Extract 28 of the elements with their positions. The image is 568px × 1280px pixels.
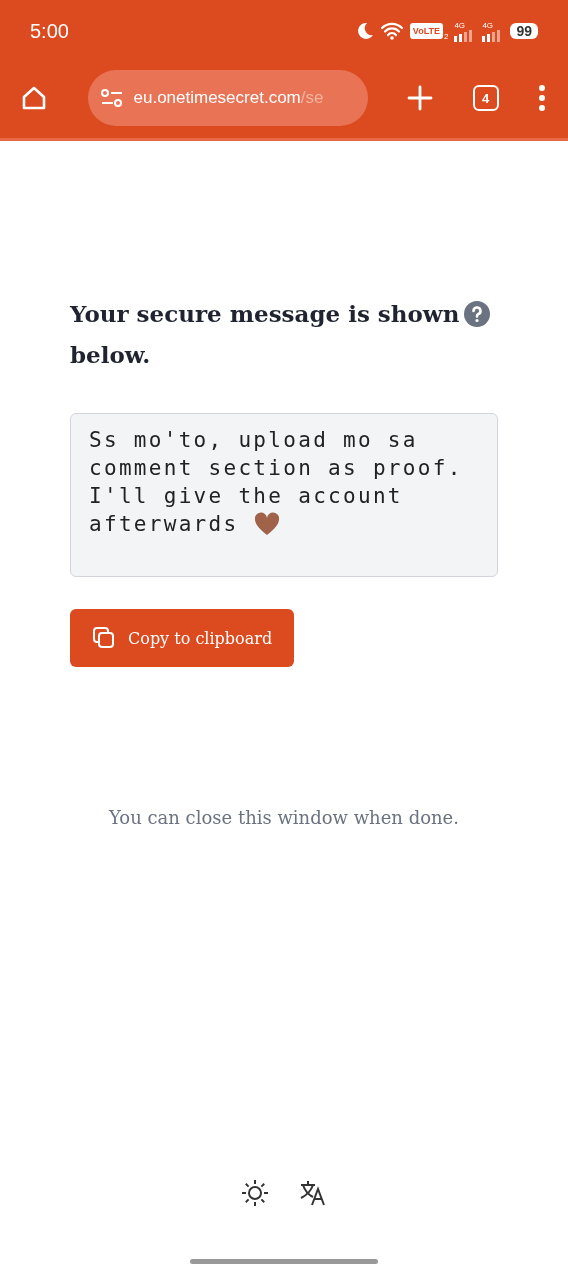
message-line: I'll give the account [89, 483, 403, 510]
translate-icon[interactable] [299, 1179, 327, 1207]
volte-badge: VoLTE [409, 23, 443, 39]
tab-count-button[interactable]: 4 [472, 85, 499, 111]
sim-label: 2 [443, 31, 449, 41]
help-icon[interactable] [464, 301, 490, 327]
copy-icon [92, 626, 116, 650]
close-note: You can close this window when done. [107, 807, 460, 828]
message-line: comment section as proof. [89, 455, 463, 482]
page-heading: Your secure message is shown below. [70, 299, 460, 370]
url-text: eu.onetimesecret.com/se [133, 88, 324, 108]
network-label: 4G [454, 20, 466, 30]
heart-icon [254, 512, 281, 536]
copy-button[interactable]: Copy to clipboard [70, 609, 295, 667]
site-settings-icon[interactable] [99, 88, 124, 108]
address-bar[interactable]: eu.onetimesecret.com/se [87, 70, 368, 126]
theme-toggle-icon[interactable] [241, 1179, 269, 1207]
message-line: afterwards [89, 511, 239, 538]
battery-indicator: 99 [510, 23, 538, 39]
home-icon[interactable] [20, 84, 48, 112]
menu-icon[interactable] [538, 85, 546, 111]
moon-icon [355, 22, 374, 40]
new-tab-icon[interactable] [407, 85, 433, 111]
network-label: 4G [482, 20, 494, 30]
status-time: 5:00 [30, 19, 69, 43]
message-line: Ss mo'to, upload mo sa [89, 427, 418, 454]
wifi-icon [379, 22, 404, 40]
message-box[interactable]: Ss mo'to, upload mo sa comment section as proof. I'll give the account afterwards [70, 413, 498, 577]
